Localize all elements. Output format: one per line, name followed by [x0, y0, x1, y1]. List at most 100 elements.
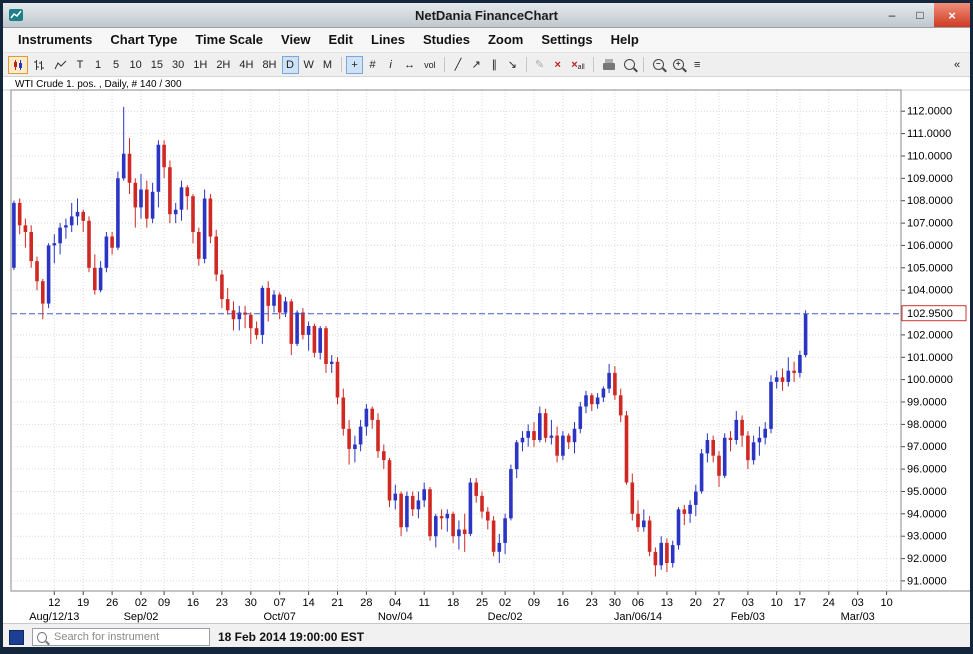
- menu-edit[interactable]: Edit: [319, 28, 362, 52]
- volume-button[interactable]: vol: [420, 56, 440, 74]
- menu-studies[interactable]: Studies: [414, 28, 479, 52]
- ray-line-button[interactable]: ↗: [468, 56, 485, 74]
- svg-text:112.0000: 112.0000: [907, 106, 952, 118]
- svg-text:98.0000: 98.0000: [907, 419, 947, 431]
- toolbar-separator: [643, 57, 645, 72]
- line-chart-button[interactable]: [50, 56, 71, 74]
- minimize-button[interactable]: –: [878, 3, 906, 27]
- svg-text:100.0000: 100.0000: [907, 374, 953, 386]
- ohlc-bars-icon: [33, 59, 44, 70]
- svg-text:03: 03: [852, 597, 864, 609]
- horizontal-scale-button[interactable]: ↔: [400, 56, 419, 74]
- crosshair-icon: +: [351, 58, 358, 71]
- svg-text:24: 24: [823, 597, 835, 609]
- svg-text:14: 14: [302, 597, 314, 609]
- svg-text:10: 10: [880, 597, 892, 609]
- svg-text:96.0000: 96.0000: [907, 464, 947, 476]
- svg-text:Dec/02: Dec/02: [488, 611, 523, 623]
- svg-text:Sep/02: Sep/02: [124, 611, 159, 623]
- svg-text:10: 10: [771, 597, 783, 609]
- menu-lines[interactable]: Lines: [362, 28, 414, 52]
- search-input[interactable]: [51, 630, 205, 644]
- svg-text:16: 16: [557, 597, 569, 609]
- menu-view[interactable]: View: [272, 28, 319, 52]
- menu-chart-type[interactable]: Chart Type: [101, 28, 186, 52]
- zoom-in-button[interactable]: +: [669, 56, 688, 74]
- grid-toggle-button[interactable]: #: [364, 56, 381, 74]
- crosshair-button[interactable]: +: [346, 55, 364, 74]
- app-window: NetDania FinanceChart – □ × Instruments …: [0, 0, 973, 654]
- timeframe-tick-button[interactable]: T: [72, 56, 89, 74]
- zoom-out-button[interactable]: −: [649, 56, 668, 74]
- timeframe-2h-button[interactable]: 2H: [212, 56, 234, 74]
- timeframe-4h-button[interactable]: 4H: [235, 56, 257, 74]
- bar-chart-button[interactable]: [29, 56, 49, 74]
- svg-text:110.0000: 110.0000: [907, 151, 952, 163]
- h-arrows-icon: ↔: [404, 58, 416, 71]
- svg-text:02: 02: [135, 597, 147, 609]
- svg-text:04: 04: [389, 597, 401, 609]
- svg-text:94.0000: 94.0000: [907, 508, 947, 520]
- svg-text:106.0000: 106.0000: [907, 240, 953, 252]
- svg-text:Mar/03: Mar/03: [841, 611, 875, 623]
- delete-all-lines-button[interactable]: × all: [567, 56, 588, 74]
- candlestick-chart[interactable]: 112.0000 111.0000 110.0000 109.0000 108.0000…: [3, 77, 970, 623]
- timeframe-1h-button[interactable]: 1H: [189, 56, 211, 74]
- timeframe-10m-button[interactable]: 10: [126, 56, 146, 74]
- menu-time-scale[interactable]: Time Scale: [186, 28, 272, 52]
- trendline-button[interactable]: ╱: [450, 56, 467, 74]
- menu-instruments[interactable]: Instruments: [9, 28, 101, 52]
- svg-text:92.0000: 92.0000: [907, 553, 947, 565]
- edit-lines-button[interactable]: ✎: [531, 56, 548, 74]
- candlestick-series: [12, 106, 808, 577]
- svg-text:16: 16: [187, 597, 199, 609]
- svg-text:19: 19: [77, 597, 89, 609]
- svg-text:25: 25: [476, 597, 488, 609]
- parallel-channel-button[interactable]: ∥: [486, 56, 503, 74]
- svg-text:07: 07: [274, 597, 286, 609]
- trendline-icon: ╱: [454, 59, 462, 71]
- svg-text:Oct/07: Oct/07: [263, 611, 295, 623]
- maximize-button[interactable]: □: [906, 3, 934, 27]
- delete-line-button[interactable]: ×: [549, 56, 566, 74]
- info-button[interactable]: i: [382, 56, 399, 74]
- svg-text:17: 17: [794, 597, 806, 609]
- search-icon: [37, 631, 47, 643]
- candlestick-chart-button[interactable]: [7, 55, 28, 74]
- timeframe-1m-button[interactable]: 1: [90, 56, 107, 74]
- chart-plot-area[interactable]: 112.0000 111.0000 110.0000 109.0000 108.0000…: [3, 77, 970, 623]
- timeframe-weekly-button[interactable]: W: [300, 56, 318, 74]
- svg-text:95.0000: 95.0000: [907, 486, 947, 498]
- status-bar: 18 Feb 2014 19:00:00 EST: [3, 623, 970, 647]
- title-bar[interactable]: NetDania FinanceChart – □ ×: [3, 3, 970, 28]
- svg-text:21: 21: [331, 597, 343, 609]
- print-preview-button[interactable]: [620, 56, 639, 74]
- menu-settings[interactable]: Settings: [532, 28, 601, 52]
- svg-text:105.0000: 105.0000: [907, 262, 953, 274]
- instrument-search-box[interactable]: [32, 628, 210, 646]
- svg-text:11: 11: [418, 597, 429, 609]
- timeframe-30m-button[interactable]: 30: [168, 56, 188, 74]
- last-update-timestamp: 18 Feb 2014 19:00:00 EST: [218, 630, 365, 644]
- svg-text:09: 09: [528, 597, 540, 609]
- svg-text:26: 26: [106, 597, 118, 609]
- arrow-line-button[interactable]: ↘: [504, 56, 521, 74]
- timeframe-8h-button[interactable]: 8H: [258, 56, 280, 74]
- timeframe-daily-button[interactable]: D: [281, 55, 299, 74]
- info-icon: i: [389, 58, 392, 71]
- timeframe-5m-button[interactable]: 5: [108, 56, 125, 74]
- close-button[interactable]: ×: [934, 3, 970, 27]
- timeframe-15m-button[interactable]: 15: [147, 56, 167, 74]
- timeframe-monthly-button[interactable]: M: [319, 56, 336, 74]
- menu-zoom[interactable]: Zoom: [479, 28, 532, 52]
- chart-settings-button[interactable]: ≡: [689, 56, 706, 74]
- svg-text:99.0000: 99.0000: [907, 397, 947, 409]
- print-button[interactable]: [599, 56, 619, 74]
- toolbar-separator: [525, 57, 527, 72]
- svg-text:06: 06: [632, 597, 644, 609]
- toolbar: T 1 5 10 15 30 1H 2H 4H 8H D W M + # i ↔…: [3, 53, 970, 77]
- svg-text:101.0000: 101.0000: [907, 352, 953, 364]
- svg-text:23: 23: [586, 597, 598, 609]
- menu-help[interactable]: Help: [602, 28, 648, 52]
- instrument-panel-toggle-button[interactable]: «: [949, 56, 966, 74]
